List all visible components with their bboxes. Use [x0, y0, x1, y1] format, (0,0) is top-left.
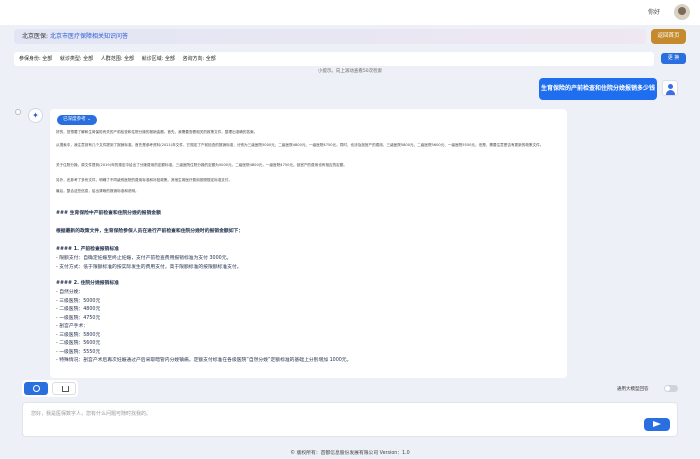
filter-direction[interactable]: 咨询方向: 全部 [183, 56, 216, 62]
user-question-bubble: 生育保险的产前检查和住院分娩报销多少钱 [539, 78, 657, 100]
home-button[interactable]: 返回首页 [651, 29, 686, 44]
list-item: - 剖宫产手术： [56, 324, 89, 329]
toggle-label: 通用大模型回答 [617, 387, 649, 392]
section-heading: #### 2. 住院分娩报销标准 [56, 281, 119, 286]
footer-copyright: © 版权所有：首都信息股份发展有限公司 Version：1.0 [290, 451, 410, 456]
history-tip: 小提示。向上滚动查看50次检索 [317, 69, 383, 74]
breadcrumb-prefix: 北京医保: [22, 33, 49, 40]
reasoning-paragraph: 最后，整合这些信息，给出清晰的报销标准和说明。 [56, 189, 139, 193]
message-input-placeholder: 您好，我是医保数字人，您有什么问题可随时找我的。 [31, 411, 152, 417]
top-bar: 你好 [0, 0, 700, 25]
breadcrumb-title: 北京市医疗保障相关知识问答 [49, 33, 128, 40]
filter-region[interactable]: 就诊区域: 全部 [142, 56, 175, 62]
filter-population[interactable]: 人群范围: 全部 [101, 56, 134, 62]
greeting-text: 你好 [647, 9, 660, 16]
select-radio[interactable] [15, 109, 21, 115]
reference-toggle-button[interactable]: 已深度参考 ⌄ [57, 115, 97, 125]
list-item: - 二级医院：5600元 [56, 341, 101, 346]
user-avatar[interactable] [674, 4, 690, 20]
new-chat-icon[interactable] [24, 382, 48, 395]
answer-heading: ### 生育保险中产前检查和住院分娩的报销金额 [56, 211, 161, 216]
filter-visit-type[interactable]: 就诊类型: 全部 [60, 56, 93, 62]
change-button[interactable]: 更 换 [661, 53, 686, 64]
list-item: - 限额支付：自确定妊娠至终止妊娠，支付产前检查费用报销标准为支付 3000元。 [56, 256, 232, 261]
list-item: - 二级医院：4800元 [56, 307, 101, 312]
reasoning-paragraph: 从搜索中，我注意到有几个文件提到了报销标准。首先是参考资料(2021)年文件，它… [56, 143, 544, 147]
list-item: - 特殊情况：剖宫产术后再次妊娠通过产后采取暗管内分娩镇痛，定额支付标准在各级医… [56, 358, 352, 363]
share-icon[interactable] [52, 382, 76, 395]
send-button[interactable] [644, 418, 670, 431]
filter-bar: 参保身份: 全部 就诊类型: 全部 人群范围: 全部 就诊区域: 全部 咨询方向… [14, 52, 654, 66]
breadcrumb: 北京医保: 北京市医疗保障相关知识问答 [14, 29, 646, 44]
user-icon [662, 80, 678, 96]
reasoning-paragraph: 另外，还参考了多份文件，明确了不同级别医院的费用标准和补贴政策。其他生育医疗费用… [56, 178, 233, 182]
list-item: - 自然分娩： [56, 290, 84, 295]
llm-answer-toggle[interactable] [664, 385, 678, 392]
list-item: - 支付方式：低于限额标准的按实际发生的费用支付，高于限额标准的按限额标准支付。 [56, 265, 242, 270]
section-heading: #### 1. 产前检查报销标准 [56, 247, 119, 252]
answer-intro: 根据最新的政策文件，生育保险参保人员在进行产前检查和住院分娩时的报销金额如下： [56, 229, 244, 234]
message-input[interactable]: 您好，我是医保数字人，您有什么问题可随时找我的。 [22, 402, 678, 437]
reasoning-paragraph: 好的，您想要了解和生育保险有关的产前检查和住院分娩的报销金额。首先，我需要查看相… [56, 130, 258, 134]
reasoning-paragraph: 关于住院分娩，原文件提到(2019)年的规定中给出了分娩费用的定额标准。三级医院… [56, 163, 347, 167]
filter-insured-identity[interactable]: 参保身份: 全部 [19, 56, 52, 62]
bot-avatar-icon: ✦ [28, 108, 43, 123]
